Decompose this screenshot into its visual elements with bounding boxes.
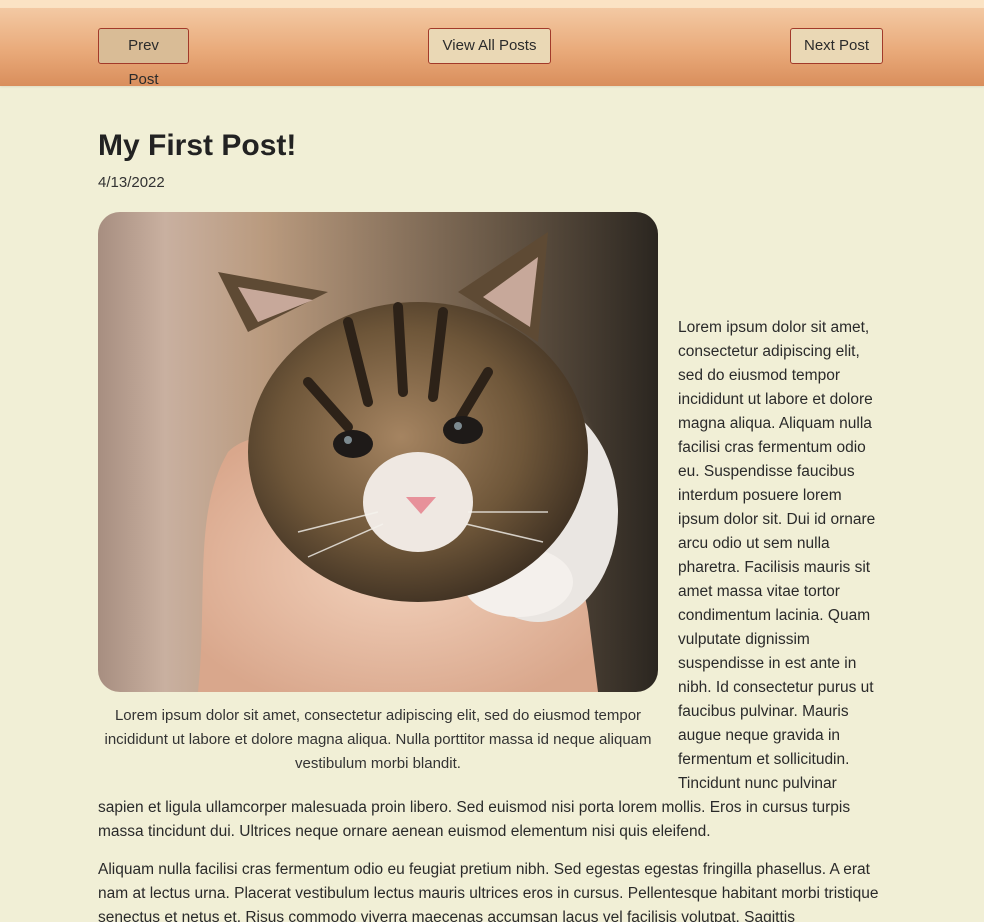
prev-post-button[interactable]: Prev Post xyxy=(98,28,189,88)
post-content: My First Post! 4/13/2022 Lorem ipsum dol… xyxy=(98,86,884,922)
post-title: My First Post! xyxy=(98,129,297,162)
kitten-photo xyxy=(98,212,658,692)
view-all-posts-button[interactable]: View All Posts xyxy=(428,28,551,64)
post-paragraph-2: Aliquam nulla facilisi cras fermentum od… xyxy=(98,861,879,922)
post-figure: Lorem ipsum dolor sit amet, consectetur … xyxy=(98,212,658,776)
top-strip xyxy=(0,0,984,8)
next-post-button[interactable]: Next Post xyxy=(790,28,883,64)
post-date: 4/13/2022 xyxy=(98,174,165,191)
post-navigation-bar: Prev Post View All Posts Next Post xyxy=(0,8,984,88)
image-caption: Lorem ipsum dolor sit amet, consectetur … xyxy=(104,707,652,772)
